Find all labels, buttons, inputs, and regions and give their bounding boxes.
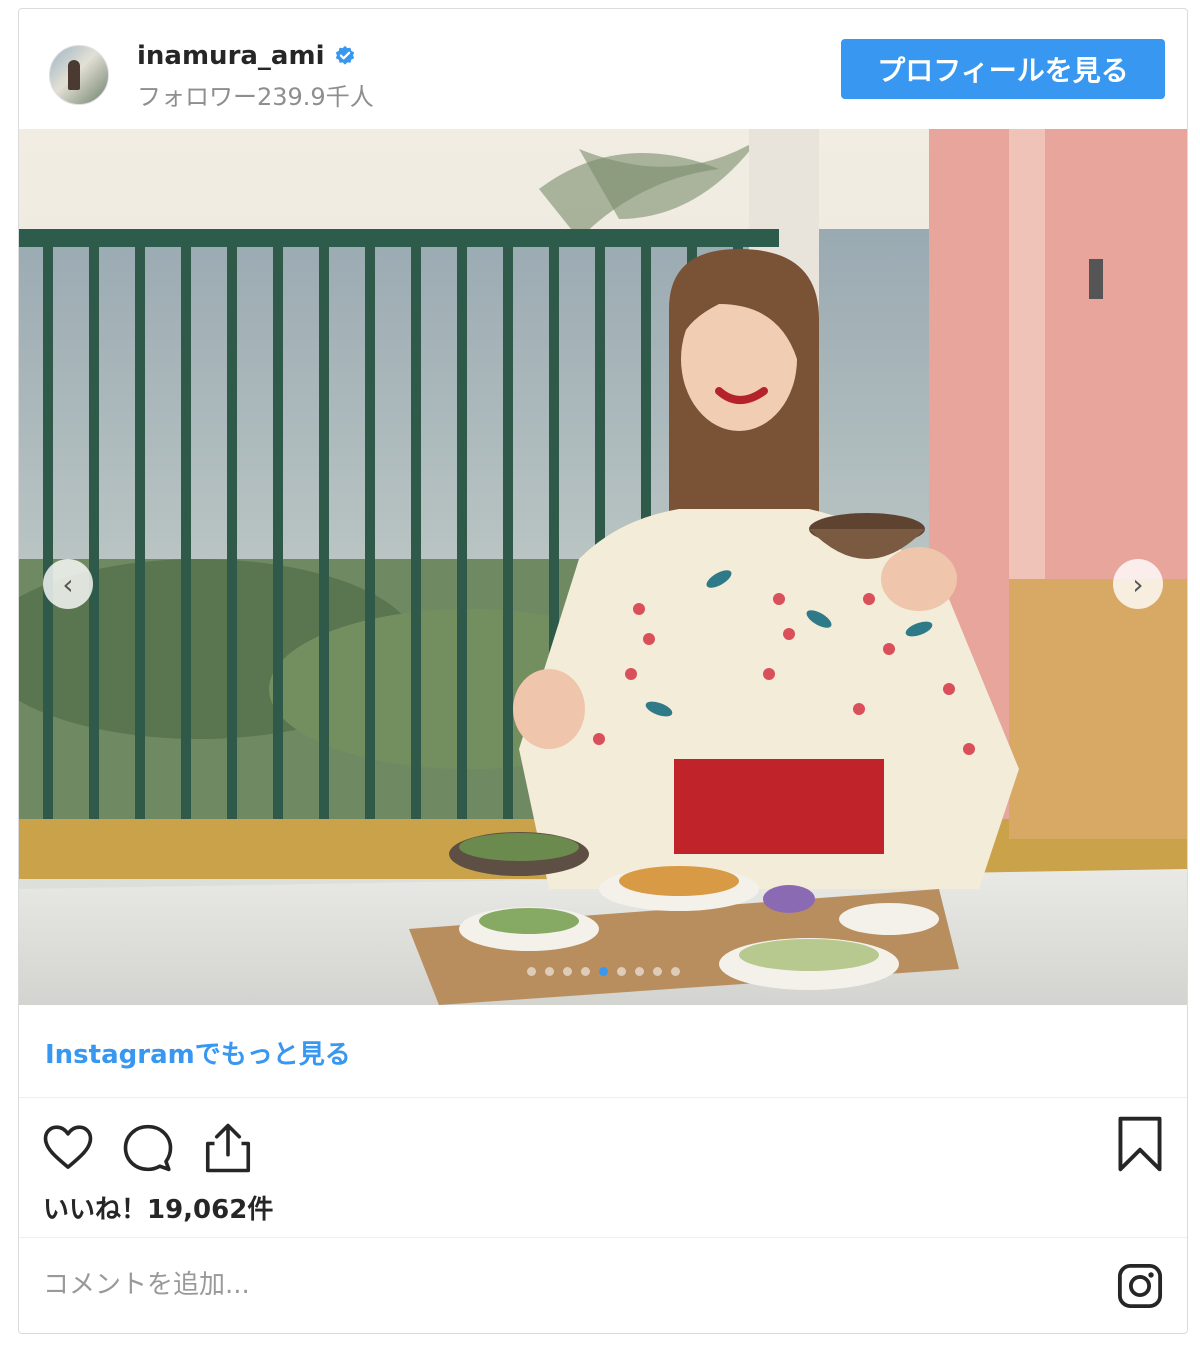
photo-illustration bbox=[19, 129, 1187, 1005]
avatar[interactable] bbox=[49, 45, 109, 105]
divider bbox=[19, 1237, 1187, 1238]
follower-count: フォロワー239.9千人 bbox=[137, 83, 374, 111]
like-count: いいね！19,062件 bbox=[43, 1195, 274, 1225]
instagram-more-link[interactable]: Instagramでもっと見る bbox=[45, 1034, 351, 1071]
heart-icon[interactable] bbox=[41, 1121, 95, 1175]
carousel-dot bbox=[616, 967, 626, 976]
bookmark-icon[interactable] bbox=[1117, 1115, 1163, 1173]
carousel-dot bbox=[670, 967, 680, 976]
carousel-dot bbox=[562, 967, 572, 976]
action-bar bbox=[41, 1121, 255, 1175]
carousel-dot bbox=[544, 967, 554, 976]
carousel-dot bbox=[580, 967, 590, 976]
verified-badge-icon bbox=[336, 45, 355, 65]
share-upload-icon[interactable] bbox=[201, 1121, 255, 1175]
carousel-next-button[interactable]: › bbox=[1113, 559, 1163, 609]
carousel-dot bbox=[652, 967, 662, 976]
username[interactable]: inamura_ami bbox=[137, 41, 324, 71]
carousel-dot bbox=[634, 967, 644, 976]
username-row: inamura_ami bbox=[137, 41, 356, 71]
instagram-logo-icon[interactable] bbox=[1117, 1263, 1163, 1309]
post-header: inamura_ami フォロワー239.9千人 プロフィールを見る bbox=[19, 9, 1187, 129]
carousel-indicator bbox=[19, 967, 1187, 976]
carousel-dot bbox=[526, 967, 536, 976]
comment-bubble-icon[interactable] bbox=[121, 1121, 175, 1175]
divider bbox=[19, 1097, 1187, 1098]
instagram-embed-card: inamura_ami フォロワー239.9千人 プロフィールを見る ‹ › I… bbox=[18, 8, 1188, 1334]
carousel-prev-button[interactable]: ‹ bbox=[43, 559, 93, 609]
post-photo[interactable]: ‹ › bbox=[19, 129, 1187, 1005]
comment-input[interactable] bbox=[41, 1259, 1085, 1311]
carousel-dot bbox=[598, 967, 608, 976]
view-profile-button[interactable]: プロフィールを見る bbox=[841, 39, 1165, 99]
